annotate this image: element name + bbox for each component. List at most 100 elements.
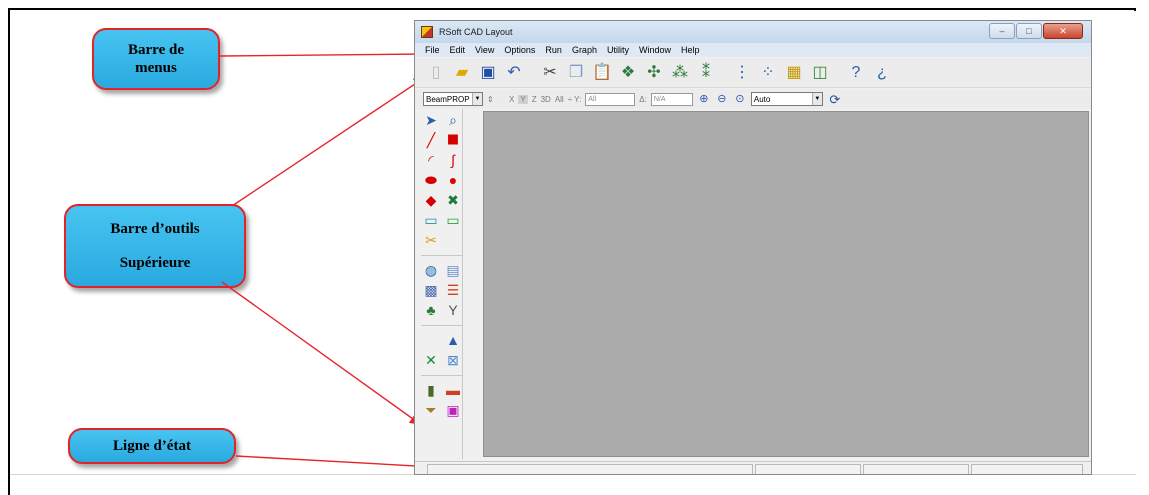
title-bar[interactable]: RSoft CAD Layout – □ ✕ bbox=[415, 21, 1091, 43]
status-cell-2 bbox=[755, 464, 861, 474]
all-button[interactable]: All bbox=[555, 95, 564, 104]
copy-icon[interactable]: ❐ bbox=[565, 62, 587, 84]
frame-right-line bbox=[1134, 8, 1136, 11]
group-icon[interactable]: ❖ bbox=[617, 62, 639, 84]
mesh-icon[interactable]: ⊠ bbox=[443, 351, 463, 369]
save-icon[interactable]: ▣ bbox=[477, 62, 499, 84]
ungroup-icon[interactable]: ✣ bbox=[643, 62, 665, 84]
zoom-select[interactable]: Auto ▼ bbox=[750, 92, 823, 106]
x-coupler-icon[interactable]: ✕ bbox=[421, 351, 441, 369]
menu-view[interactable]: View bbox=[475, 45, 494, 55]
help-icon[interactable]: ? bbox=[845, 62, 867, 84]
simulator-select[interactable]: BeamPROP ▼ bbox=[423, 92, 483, 106]
undo-icon[interactable]: ↶ bbox=[503, 62, 525, 84]
sphere-icon[interactable]: ● bbox=[443, 171, 463, 189]
minimize-button[interactable]: – bbox=[989, 23, 1015, 39]
zoom-in-icon[interactable]: ⊕ bbox=[697, 88, 711, 110]
status-cell-4 bbox=[971, 464, 1083, 474]
rsoft-cad-window: RSoft CAD Layout – □ ✕ File Edit View Op… bbox=[414, 20, 1092, 475]
frame-top-line bbox=[8, 8, 1136, 10]
maximize-button[interactable]: □ bbox=[1016, 23, 1042, 39]
view-toolbar: BeamPROP ▼ ⇕ X Y Z 3D All ÷ Y: All Δ: N/… bbox=[415, 89, 1091, 109]
tree-icon[interactable]: ♣ bbox=[421, 301, 441, 319]
zoom-out-icon[interactable]: ⊖ bbox=[715, 88, 729, 110]
polygon-icon[interactable]: ◆ bbox=[421, 191, 441, 209]
menu-bar: File Edit View Options Run Graph Utility… bbox=[415, 43, 1091, 57]
scissors-icon[interactable]: ✂ bbox=[421, 231, 441, 249]
axis-z-button[interactable]: Z bbox=[532, 95, 537, 104]
port-icon[interactable]: ▭ bbox=[443, 211, 463, 229]
frame-left-line bbox=[8, 8, 10, 495]
menu-run[interactable]: Run bbox=[545, 45, 562, 55]
rocket-icon[interactable]: ▲ bbox=[443, 331, 463, 349]
splitter-icon[interactable]: Y bbox=[443, 301, 463, 319]
chevron-down-icon: ▼ bbox=[811, 93, 822, 105]
new-file-icon[interactable]: ▯ bbox=[425, 62, 447, 84]
app-logo-icon bbox=[421, 26, 433, 38]
arc-icon[interactable]: ◜ bbox=[421, 151, 441, 169]
view-icon[interactable]: ▣ bbox=[443, 401, 463, 419]
y-field[interactable]: All bbox=[585, 92, 636, 106]
array-icon[interactable]: ⋮ bbox=[731, 62, 753, 84]
cut-icon[interactable]: ✂ bbox=[539, 62, 561, 84]
simulator-value: BeamPROP bbox=[426, 94, 470, 104]
axis-x-button[interactable]: X bbox=[509, 95, 514, 104]
layout-canvas[interactable] bbox=[483, 111, 1089, 457]
axis-y-button[interactable]: Y bbox=[518, 94, 528, 104]
crossing-icon[interactable]: ✖ bbox=[443, 191, 463, 209]
status-bar bbox=[415, 461, 1091, 474]
taper-icon[interactable]: ⯀ bbox=[443, 131, 463, 149]
line-segment-icon[interactable]: ╱ bbox=[421, 131, 441, 149]
callout-toolbar-line2: Supérieure bbox=[119, 255, 191, 271]
menu-edit[interactable]: Edit bbox=[450, 45, 466, 55]
table-icon[interactable]: ▦ bbox=[783, 62, 805, 84]
arrow-to-top-toolbar bbox=[231, 77, 426, 207]
tower-icon[interactable]: ▮ bbox=[421, 381, 441, 399]
chevron-down-icon: ▼ bbox=[472, 93, 482, 105]
arrow-to-left-toolbar bbox=[221, 281, 422, 425]
context-help-icon[interactable]: ¿ bbox=[871, 62, 893, 84]
view-3d-button[interactable]: 3D bbox=[541, 95, 551, 104]
menu-help[interactable]: Help bbox=[681, 45, 700, 55]
open-folder-icon[interactable]: ▰ bbox=[451, 62, 473, 84]
menu-window[interactable]: Window bbox=[639, 45, 671, 55]
menu-utility[interactable]: Utility bbox=[607, 45, 629, 55]
menu-file[interactable]: File bbox=[425, 45, 440, 55]
callout-menu-bar-line1: Barre de bbox=[128, 42, 184, 58]
callout-status-label: Ligne d’état bbox=[113, 438, 191, 454]
status-cell-3 bbox=[863, 464, 969, 474]
window-title: RSoft CAD Layout bbox=[439, 27, 513, 37]
delta-field[interactable]: N/A bbox=[650, 92, 693, 106]
menu-graph[interactable]: Graph bbox=[572, 45, 597, 55]
s-bend-icon[interactable]: ∫ bbox=[443, 151, 463, 169]
color-bars-icon[interactable]: ☰ bbox=[443, 281, 463, 299]
globe-icon[interactable]: ◍ bbox=[421, 261, 441, 279]
window-icon[interactable]: ◫ bbox=[809, 62, 831, 84]
funnel-icon[interactable]: ⏷ bbox=[421, 401, 441, 419]
grid-icon[interactable]: ⁘ bbox=[757, 62, 779, 84]
callout-menu-bar-line2: menus bbox=[135, 60, 177, 76]
link-icon[interactable]: ⁂ bbox=[669, 62, 691, 84]
callout-status-line: Ligne d’état bbox=[68, 428, 236, 464]
paste-icon[interactable]: 📋 bbox=[591, 62, 613, 84]
refresh-icon[interactable]: ⟳ bbox=[827, 88, 843, 110]
select-arrow-icon[interactable]: ➤ bbox=[421, 111, 441, 129]
left-toolbar: ➤ ⌕ ╱ ⯀ ◜ ∫ ⬬ ● ◆ ✖ ▭ ▭ ✂ ◍ ▤ ▩ ☰ ♣ Y ▲ … bbox=[419, 109, 463, 459]
document-icon[interactable]: ▤ bbox=[443, 261, 463, 279]
index-profile-icon[interactable]: ▬ bbox=[443, 381, 463, 399]
zoom-fit-icon[interactable]: ⊙ bbox=[733, 88, 747, 110]
close-button[interactable]: ✕ bbox=[1043, 23, 1083, 39]
scroll-arrows-icon[interactable]: ⇕ bbox=[487, 95, 505, 104]
menu-options[interactable]: Options bbox=[504, 45, 535, 55]
fiber-icon[interactable]: ▭ bbox=[421, 211, 441, 229]
ellipse-icon[interactable]: ⬬ bbox=[421, 171, 441, 189]
zoom-value: Auto bbox=[753, 94, 771, 104]
callout-toolbar-line1: Barre d’outils bbox=[110, 221, 200, 237]
delta-label-icon: Δ: bbox=[639, 94, 647, 104]
callout-menu-bar: Barre de menus bbox=[92, 28, 220, 90]
y-spin-icon[interactable]: ÷ Y: bbox=[568, 95, 582, 104]
grid-pattern-icon[interactable]: ▩ bbox=[421, 281, 441, 299]
unlink-icon[interactable]: ⁑ bbox=[695, 62, 717, 84]
top-toolbar: ▯ ▰ ▣ ↶ ✂ ❐ 📋 ❖ ✣ ⁂ ⁑ ⋮ ⁘ ▦ ◫ ? ¿ bbox=[415, 58, 1091, 88]
zoom-icon[interactable]: ⌕ bbox=[443, 111, 463, 129]
